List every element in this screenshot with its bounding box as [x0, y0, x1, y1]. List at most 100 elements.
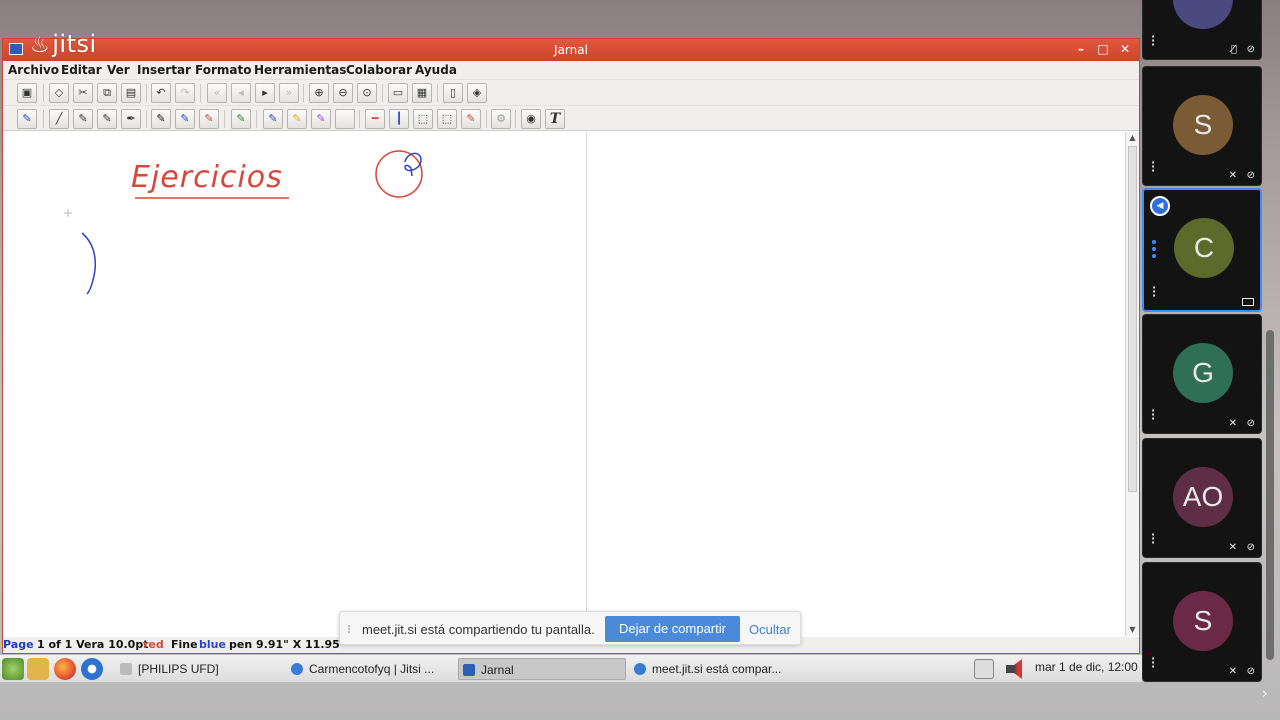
white-pen-icon[interactable] [335, 109, 355, 129]
image-icon[interactable]: ◉ [521, 109, 541, 129]
clock[interactable]: mar 1 de dic, 12:00 [1035, 660, 1138, 674]
participant-tile[interactable]: S · · · ✕ ⊘ [1142, 562, 1262, 682]
menu-ayuda[interactable]: Ayuda [415, 63, 457, 77]
participant-tile[interactable]: AO · · · ✕ ⊘ [1142, 438, 1262, 558]
paste-icon[interactable]: ▤ [121, 83, 141, 103]
menu-colaborar[interactable]: Colaborar [346, 63, 412, 77]
screen-share-notification: meet.jit.si está compartiendo tu pantall… [339, 611, 801, 645]
save-icon[interactable]: ▣ [17, 83, 37, 103]
pen-blue-icon[interactable]: ✎ [175, 109, 195, 129]
highlighter-blue-icon[interactable]: ✎ [263, 109, 283, 129]
toolbar-pens: ✎ ╱ ✎ ✎ ✒ ✎ ✎ ✎ ✎ ✎ ✎ ✎ ━ ┃ ⬚ ⬚ ✎ ⚙ ◉ T [3, 105, 1139, 131]
avatar: G [1173, 343, 1233, 403]
more-options-icon[interactable]: · · · [1151, 529, 1155, 548]
single-page-icon[interactable]: ▭ [388, 83, 408, 103]
menu-bar: Archivo Editar Ver Insertar Formato Herr… [3, 61, 1139, 79]
highlighter-yellow-icon[interactable]: ✎ [287, 109, 307, 129]
menu-herramientas[interactable]: Herramientas [254, 63, 346, 77]
more-options-icon[interactable]: · · · [1152, 282, 1156, 301]
copy-icon[interactable]: ⧉ [97, 83, 117, 103]
task-jitsi-browser[interactable]: Carmencotofyq | Jitsi ... [287, 658, 452, 680]
menu-archivo[interactable]: Archivo [8, 63, 59, 77]
scroll-thumb[interactable] [1128, 146, 1137, 492]
tray-device-icon[interactable] [974, 659, 994, 679]
task-jarnal[interactable]: Jarnal [458, 658, 626, 680]
menu-editar[interactable]: Editar [61, 63, 102, 77]
more-options-icon[interactable]: · · · [1151, 157, 1155, 176]
mic-muted-icon: ✕ [1228, 666, 1237, 677]
pen-heavy-icon[interactable]: ✎ [97, 109, 117, 129]
chromium-icon[interactable] [81, 658, 103, 680]
more-options-icon[interactable]: · · · [1151, 405, 1155, 424]
pen-red-icon[interactable]: ✎ [199, 109, 219, 129]
system-menu-icon[interactable] [2, 658, 24, 680]
close-button[interactable]: ✕ [1117, 42, 1133, 56]
task-label: meet.jit.si está compar... [652, 662, 782, 676]
last-page-icon[interactable]: » [279, 83, 299, 103]
chevron-right-icon[interactable]: › [1262, 686, 1268, 702]
participant-tile-active[interactable]: ◀ C · · · [1142, 188, 1262, 312]
erase-pen-icon[interactable]: ✎ [461, 109, 481, 129]
avatar: S [1173, 591, 1233, 651]
zoom-out-icon[interactable]: ⊖ [333, 83, 353, 103]
jarnal-task-icon [463, 664, 475, 676]
firefox-icon[interactable] [54, 658, 76, 680]
notes-app-icon[interactable] [27, 658, 49, 680]
task-label: [PHILIPS UFD] [138, 662, 219, 676]
browser-icon [634, 663, 646, 675]
scroll-up-icon[interactable]: ▲ [1126, 132, 1139, 144]
more-options-icon[interactable]: · · · [1151, 653, 1155, 672]
camera-off-icon: ⊘ [1246, 170, 1255, 181]
scroll-down-icon[interactable]: ▼ [1126, 624, 1139, 636]
previous-page-icon[interactable]: ◂ [231, 83, 251, 103]
participant-tile[interactable]: · · · 🎙̸ ⊘ [1142, 0, 1262, 60]
more-options-icon[interactable]: · · · [1151, 31, 1155, 50]
undo-icon[interactable]: ↶ [151, 83, 171, 103]
window-titlebar[interactable]: Jarnal – □ ✕ [3, 39, 1139, 61]
participant-tile[interactable]: G · · · ✕ ⊘ [1142, 314, 1262, 434]
text-tool-icon[interactable]: T [545, 109, 565, 129]
pen-fat-icon[interactable]: ✒ [121, 109, 141, 129]
zoom-fit-icon[interactable]: ⊙ [357, 83, 377, 103]
maximize-button[interactable]: □ [1095, 42, 1111, 56]
redo-icon[interactable]: ↷ [175, 83, 195, 103]
page-grid-icon[interactable]: ▦ [412, 83, 432, 103]
background-icon[interactable]: ◈ [467, 83, 487, 103]
drag-handle-icon[interactable] [348, 625, 352, 633]
task-share-notice[interactable]: meet.jit.si está compar... [630, 658, 798, 680]
volume-muted-icon[interactable] [1006, 659, 1022, 679]
next-page-icon[interactable]: ▸ [255, 83, 275, 103]
line-horizontal-icon[interactable]: ━ [365, 109, 385, 129]
menu-ver[interactable]: Ver [107, 63, 130, 77]
mic-muted-icon: ✕ [1228, 418, 1237, 429]
task-philips-ufd[interactable]: [PHILIPS UFD] [116, 658, 281, 680]
avatar: C [1174, 218, 1234, 278]
pen-fine-icon[interactable]: ╱ [49, 109, 69, 129]
jitsi-logo-text: jitsi [52, 30, 97, 58]
status-color-blue: blue [199, 638, 226, 651]
select-rect-icon[interactable]: ⬚ [413, 109, 433, 129]
drawing-canvas[interactable]: Ejercicios [3, 132, 1125, 636]
hide-notification-link[interactable]: Ocultar [749, 622, 791, 637]
pen-green-icon[interactable]: ✎ [231, 109, 251, 129]
stop-sharing-button[interactable]: Dejar de compartir [605, 616, 740, 642]
line-vertical-icon[interactable]: ┃ [389, 109, 409, 129]
participant-tile[interactable]: S · · · ✕ ⊘ [1142, 66, 1262, 186]
filmstrip-scrollbar[interactable] [1266, 330, 1274, 660]
eraser-icon[interactable]: ◇ [49, 83, 69, 103]
new-page-icon[interactable]: ▯ [443, 83, 463, 103]
pen-medium-icon[interactable]: ✎ [73, 109, 93, 129]
vertical-scrollbar[interactable]: ▲ ▼ [1125, 132, 1139, 636]
menu-formato[interactable]: Formato [195, 63, 251, 77]
minimize-button[interactable]: – [1073, 42, 1089, 56]
link-icon[interactable]: ⚙ [491, 109, 511, 129]
zoom-in-icon[interactable]: ⊕ [309, 83, 329, 103]
pen-icon[interactable]: ✎ [17, 109, 37, 129]
highlighter-purple-icon[interactable]: ✎ [311, 109, 331, 129]
avatar [1173, 0, 1233, 29]
first-page-icon[interactable]: « [207, 83, 227, 103]
cut-icon[interactable]: ✂ [73, 83, 93, 103]
menu-insertar[interactable]: Insertar [137, 63, 191, 77]
select-lasso-icon[interactable]: ⬚ [437, 109, 457, 129]
pen-black-icon[interactable]: ✎ [151, 109, 171, 129]
